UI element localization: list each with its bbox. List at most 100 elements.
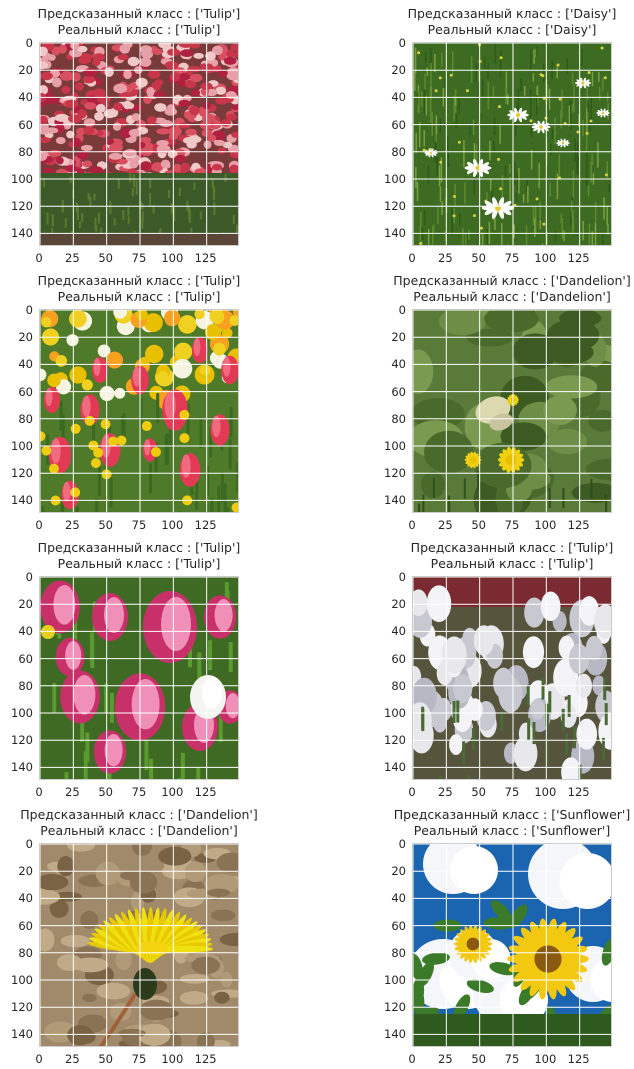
image-plot (412, 576, 612, 780)
y-tick-label: 80 (372, 146, 406, 158)
x-tick-label: 75 (124, 519, 154, 531)
actual-class-title: Реальный класс : ['Dandelion'] (372, 289, 634, 305)
image-plot (39, 843, 239, 1047)
y-tick-label: 60 (372, 920, 406, 932)
x-tick-label: 0 (397, 786, 427, 798)
x-tick-label: 25 (430, 519, 460, 531)
x-tick-label: 50 (464, 786, 494, 798)
y-tick-label: 40 (0, 892, 33, 904)
x-tick-label: 75 (497, 1053, 527, 1065)
predicted-class-title: Предсказанный класс : ['Dandelion'] (372, 273, 634, 289)
image-plot (412, 309, 612, 513)
x-tick-label: 25 (57, 786, 87, 798)
y-tick-label: 100 (372, 173, 406, 185)
image-plot (39, 42, 239, 246)
y-tick-label: 80 (372, 947, 406, 959)
x-tick-label: 25 (57, 252, 87, 264)
y-tick-label: 140 (0, 494, 33, 506)
flower-photo (413, 310, 612, 513)
y-tick-label: 120 (0, 467, 33, 479)
x-tick-label: 100 (157, 519, 187, 531)
x-tick-label: 125 (191, 1053, 221, 1065)
y-tick-label: 80 (372, 680, 406, 692)
y-tick-label: 80 (0, 413, 33, 425)
x-tick-label: 125 (564, 786, 594, 798)
y-tick-label: 100 (0, 974, 33, 986)
y-tick-label: 40 (372, 91, 406, 103)
flower-photo (413, 844, 612, 1047)
y-tick-label: 0 (372, 37, 406, 49)
flower-photo (413, 577, 612, 780)
x-tick-label: 0 (24, 252, 54, 264)
y-tick-label: 0 (372, 304, 406, 316)
y-tick-label: 20 (372, 865, 406, 877)
x-tick-label: 75 (124, 786, 154, 798)
y-tick-label: 140 (372, 494, 406, 506)
y-tick-label: 0 (0, 37, 33, 49)
x-tick-label: 125 (564, 519, 594, 531)
y-tick-label: 100 (0, 707, 33, 719)
flower-photo (413, 43, 612, 246)
subplot-panel: Предсказанный класс : ['Dandelion']Реаль… (372, 273, 634, 535)
subplot-panel: Предсказанный класс : ['Dandelion']Реаль… (0, 807, 279, 1069)
y-tick-label: 120 (372, 734, 406, 746)
y-tick-label: 40 (372, 892, 406, 904)
x-tick-label: 0 (24, 786, 54, 798)
y-tick-label: 40 (372, 358, 406, 370)
y-tick-label: 120 (372, 1001, 406, 1013)
x-tick-label: 0 (397, 252, 427, 264)
x-tick-label: 50 (91, 786, 121, 798)
image-plot (39, 309, 239, 513)
flower-photo (40, 310, 239, 513)
predicted-class-title: Предсказанный класс : ['Tulip'] (372, 540, 634, 556)
y-tick-label: 40 (372, 625, 406, 637)
y-tick-label: 40 (0, 625, 33, 637)
y-tick-label: 100 (0, 440, 33, 452)
predicted-class-title: Предсказанный класс : ['Dandelion'] (0, 807, 279, 823)
x-tick-label: 0 (24, 519, 54, 531)
x-tick-label: 100 (530, 786, 560, 798)
y-tick-label: 20 (0, 865, 33, 877)
y-tick-label: 0 (372, 571, 406, 583)
x-tick-label: 0 (397, 1053, 427, 1065)
x-tick-label: 50 (464, 252, 494, 264)
x-tick-label: 100 (157, 786, 187, 798)
predicted-class-title: Предсказанный класс : ['Tulip'] (0, 6, 279, 22)
subplot-panel: Предсказанный класс : ['Tulip']Реальный … (0, 540, 279, 802)
x-tick-label: 75 (124, 252, 154, 264)
y-tick-label: 80 (372, 413, 406, 425)
x-tick-label: 100 (157, 1053, 187, 1065)
x-tick-label: 100 (530, 519, 560, 531)
y-tick-label: 60 (0, 920, 33, 932)
predicted-class-title: Предсказанный класс : ['Daisy'] (372, 6, 634, 22)
predicted-class-title: Предсказанный класс : ['Tulip'] (0, 273, 279, 289)
x-tick-label: 50 (464, 1053, 494, 1065)
actual-class-title: Реальный класс : ['Tulip'] (0, 289, 279, 305)
x-tick-label: 100 (530, 1053, 560, 1065)
y-tick-label: 80 (0, 947, 33, 959)
y-tick-label: 20 (372, 598, 406, 610)
y-tick-label: 60 (372, 653, 406, 665)
x-tick-label: 25 (430, 786, 460, 798)
y-tick-label: 120 (372, 200, 406, 212)
y-tick-label: 20 (0, 331, 33, 343)
predicted-class-title: Предсказанный класс : ['Tulip'] (0, 540, 279, 556)
actual-class-title: Реальный класс : ['Dandelion'] (0, 823, 279, 839)
x-tick-label: 25 (430, 1053, 460, 1065)
y-tick-label: 100 (0, 173, 33, 185)
actual-class-title: Реальный класс : ['Daisy'] (372, 22, 634, 38)
y-tick-label: 20 (372, 331, 406, 343)
y-tick-label: 80 (0, 680, 33, 692)
x-tick-label: 125 (191, 519, 221, 531)
y-tick-label: 0 (0, 838, 33, 850)
x-tick-label: 75 (497, 519, 527, 531)
y-tick-label: 120 (0, 734, 33, 746)
y-tick-label: 120 (0, 1001, 33, 1013)
y-tick-label: 60 (372, 386, 406, 398)
actual-class-title: Реальный класс : ['Tulip'] (0, 22, 279, 38)
y-tick-label: 60 (0, 653, 33, 665)
actual-class-title: Реальный класс : ['Tulip'] (0, 556, 279, 572)
image-plot (412, 843, 612, 1047)
y-tick-label: 0 (0, 571, 33, 583)
subplot-panel: Предсказанный класс : ['Tulip']Реальный … (0, 6, 279, 268)
